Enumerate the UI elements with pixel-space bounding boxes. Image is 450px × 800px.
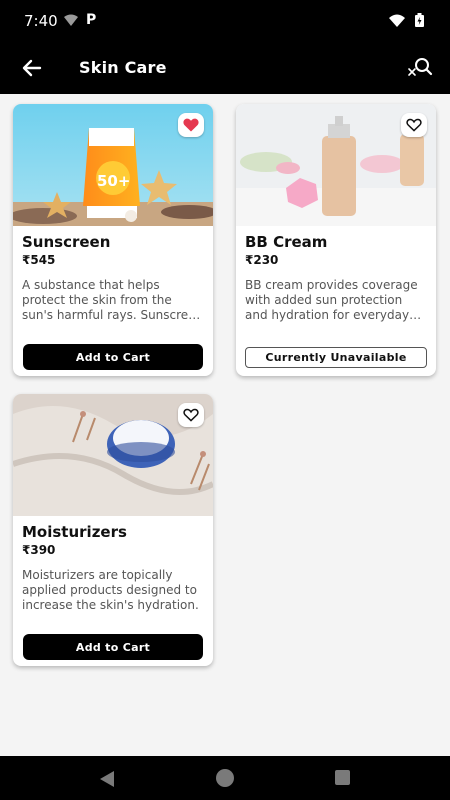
product-price: ₹390 [22, 543, 56, 557]
heart-outline-icon [183, 408, 199, 422]
favorite-button[interactable] [178, 113, 204, 137]
sunscreen-spf-label: 50+ [97, 172, 130, 190]
product-card[interactable]: 50+ Sunscreen ₹545 A substance that help… [13, 104, 213, 376]
product-name: BB Cream [245, 233, 328, 251]
back-button[interactable] [18, 54, 46, 82]
status-bar: 7:40 P [0, 0, 450, 42]
wifi-question-icon [64, 14, 78, 26]
add-to-cart-button[interactable]: Add to Cart [23, 634, 203, 660]
product-description: BB cream provides coverage with added su… [245, 278, 418, 322]
arrow-left-icon [22, 59, 42, 77]
product-price: ₹545 [22, 253, 56, 267]
system-nav-bar [0, 756, 450, 800]
product-card[interactable]: BB Cream ₹230 BB cream provides coverage… [236, 104, 436, 376]
app-bar: Skin Care [0, 42, 450, 94]
battery-icon [415, 12, 424, 31]
nav-back-button[interactable] [98, 770, 116, 792]
product-price: ₹230 [245, 253, 279, 267]
nav-home-button[interactable] [216, 769, 234, 787]
wifi-icon [389, 12, 405, 31]
product-description: Moisturizers are topically applied produ… [22, 568, 199, 612]
currently-unavailable-button: Currently Unavailable [245, 347, 427, 368]
heart-filled-icon [183, 118, 199, 132]
triangle-back-icon [100, 771, 114, 787]
product-name: Moisturizers [22, 523, 127, 541]
search-button[interactable] [406, 54, 434, 82]
heart-outline-icon [406, 118, 422, 132]
page-title: Skin Care [79, 58, 167, 77]
product-description: A substance that helps protect the skin … [22, 278, 204, 322]
status-time: 7:40 [24, 12, 58, 30]
add-to-cart-button[interactable]: Add to Cart [23, 344, 203, 370]
nav-recents-button[interactable] [335, 770, 350, 785]
favorite-button[interactable] [178, 403, 204, 427]
search-clear-icon [408, 58, 433, 76]
product-name: Sunscreen [22, 233, 111, 251]
favorite-button[interactable] [401, 113, 427, 137]
status-carrier: P [86, 12, 97, 28]
product-card[interactable]: Moisturizers ₹390 Moisturizers are topic… [13, 394, 213, 666]
